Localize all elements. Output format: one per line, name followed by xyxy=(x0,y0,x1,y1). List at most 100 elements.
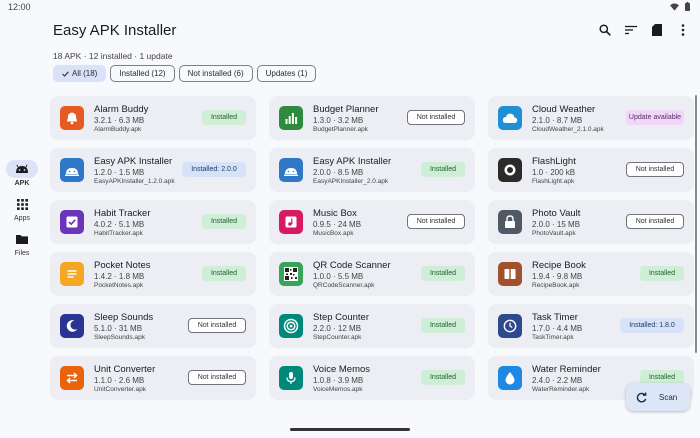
notes-icon xyxy=(60,262,84,286)
more-options-button[interactable] xyxy=(676,22,690,38)
apk-name: Easy APK Installer xyxy=(94,156,173,167)
sd-card-button[interactable] xyxy=(650,22,664,38)
apk-filename: SleepSounds.apk xyxy=(94,334,145,341)
filter-chip-not-installed-label: Not installed (6) xyxy=(187,69,244,78)
battery-icon xyxy=(685,2,690,11)
apk-name: Voice Memos xyxy=(313,364,371,375)
search-button[interactable] xyxy=(598,22,612,38)
status-badge[interactable]: Not installed xyxy=(626,214,684,229)
easy-apk-logo-icon xyxy=(60,158,84,182)
apk-meta: 1.0.0 · 5.5 MB xyxy=(313,272,364,281)
apk-filename: VoiceMemos.apk xyxy=(313,386,363,393)
status-badge[interactable]: Not installed xyxy=(407,110,465,125)
sort-button[interactable] xyxy=(624,22,638,38)
apk-card[interactable]: Recipe Book 1.9.4 · 9.8 MB RecipeBook.ap… xyxy=(488,252,694,296)
nav-item-apk[interactable]: APK xyxy=(0,160,44,187)
water-drop-icon xyxy=(498,366,522,390)
filter-chip-updates[interactable]: Updates (1) xyxy=(256,65,317,82)
summary-text: 18 APK · 12 installed · 1 update xyxy=(53,51,173,61)
apk-name: Pocket Notes xyxy=(94,260,151,271)
apk-filename: AlarmBuddy.apk xyxy=(94,126,142,133)
cloud-icon xyxy=(498,106,522,130)
apk-card[interactable]: Task Timer 1.7.0 · 4.4 MB TaskTimer.apk … xyxy=(488,304,694,348)
filter-chip-installed[interactable]: Installed (12) xyxy=(110,65,175,82)
status-time: 12:00 xyxy=(8,2,31,12)
status-badge: Installed: 2.0.0 xyxy=(182,162,246,177)
status-bar: 12:00 xyxy=(0,0,700,14)
apk-name: Unit Converter xyxy=(94,364,156,375)
apk-filename: TaskTimer.apk xyxy=(532,334,574,341)
apk-name: Cloud Weather xyxy=(532,104,596,115)
apk-card[interactable]: Step Counter 2.2.0 · 12 MB StepCounter.a… xyxy=(269,304,475,348)
nav-label-files: Files xyxy=(14,250,30,257)
apk-card[interactable]: Pocket Notes 1.4.2 · 1.8 MB PocketNotes.… xyxy=(50,252,256,296)
apk-name: FlashLight xyxy=(532,156,576,167)
gesture-bar[interactable] xyxy=(290,428,410,431)
alarm-icon xyxy=(60,106,84,130)
refresh-icon xyxy=(636,391,647,402)
apk-card[interactable]: Easy APK Installer 2.0.0 · 8.5 MB EasyAP… xyxy=(269,148,475,192)
update-available-button[interactable]: Update available xyxy=(626,110,684,125)
apk-name: Task Timer xyxy=(532,312,578,323)
apk-meta: 0.9.5 · 24 MB xyxy=(313,220,362,229)
apk-card[interactable]: Voice Memos 1.0.8 · 3.9 MB VoiceMemos.ap… xyxy=(269,356,475,400)
apk-filename: MusicBox.apk xyxy=(313,230,354,237)
apk-card[interactable]: Music Box 0.9.5 · 24 MB MusicBox.apk Not… xyxy=(269,200,475,244)
apk-card[interactable]: QR Code Scanner 1.0.0 · 5.5 MB QRCodeSca… xyxy=(269,252,475,296)
status-badge[interactable]: Not installed xyxy=(407,214,465,229)
status-badge: Installed xyxy=(640,266,684,281)
apk-meta: 1.0 · 200 kB xyxy=(532,168,576,177)
filter-chip-all[interactable]: All (18) xyxy=(53,65,107,82)
apk-meta: 3.2.1 · 6.3 MB xyxy=(94,116,145,125)
nav-item-apps[interactable]: Apps xyxy=(0,195,44,222)
apk-meta: 2.0.0 · 8.5 MB xyxy=(313,168,364,177)
apk-name: Recipe Book xyxy=(532,260,586,271)
filter-chip-all-label: All (18) xyxy=(72,69,98,78)
apk-card[interactable]: FlashLight 1.0 · 200 kB FlashLight.apk N… xyxy=(488,148,694,192)
apk-filename: WaterReminder.apk xyxy=(532,386,590,393)
apk-card[interactable]: Photo Vault 2.0.0 · 15 MB PhotoVault.apk… xyxy=(488,200,694,244)
apk-name: Budget Planner xyxy=(313,104,379,115)
status-badge[interactable]: Not installed xyxy=(188,318,246,333)
scrollbar[interactable] xyxy=(695,95,697,353)
book-icon xyxy=(498,262,522,286)
apk-meta: 5.1.0 · 31 MB xyxy=(94,324,143,333)
apk-card[interactable]: Unit Converter 1.1.0 · 2.6 MB UnitConver… xyxy=(50,356,256,400)
sd-card-icon xyxy=(652,24,662,36)
filter-chip-not-installed[interactable]: Not installed (6) xyxy=(178,65,253,82)
apk-card[interactable]: Budget Planner 1.3.0 · 3.2 MB BudgetPlan… xyxy=(269,96,475,140)
nav-item-files[interactable]: Files xyxy=(0,230,44,257)
status-badge: Installed: 1.8.0 xyxy=(620,318,684,333)
apk-meta: 1.2.0 · 1.5 MB xyxy=(94,168,145,177)
status-badge: Installed xyxy=(421,266,465,281)
apk-card[interactable]: Sleep Sounds 5.1.0 · 31 MB SleepSounds.a… xyxy=(50,304,256,348)
status-badge[interactable]: Not installed xyxy=(188,370,246,385)
apk-name: Sleep Sounds xyxy=(94,312,154,323)
status-badge[interactable]: Not installed xyxy=(626,162,684,177)
nav-label-apk: APK xyxy=(14,180,30,187)
apk-filename: EasyAPKInstaller_1.2.0.apk xyxy=(94,178,175,185)
more-vertical-icon xyxy=(681,24,685,36)
page-title: Easy APK Installer xyxy=(53,22,177,39)
apk-filename: StepCounter.apk xyxy=(313,334,362,341)
target-icon xyxy=(279,314,303,338)
apk-meta: 4.0.2 · 5.1 MB xyxy=(94,220,145,229)
apk-card[interactable]: Cloud Weather 2.1.0 · 8.7 MB CloudWeathe… xyxy=(488,96,694,140)
scan-button[interactable]: Scan xyxy=(626,383,690,411)
apk-card[interactable]: Alarm Buddy 3.2.1 · 6.3 MB AlarmBuddy.ap… xyxy=(50,96,256,140)
top-actions xyxy=(598,22,690,38)
apk-name: Step Counter xyxy=(313,312,369,323)
apk-card[interactable]: Easy APK Installer 1.2.0 · 1.5 MB EasyAP… xyxy=(50,148,256,192)
apk-filename: PhotoVault.apk xyxy=(532,230,576,237)
bar-chart-icon xyxy=(279,106,303,130)
apk-filename: EasyAPKInstaller_2.0.apk xyxy=(313,178,389,185)
apk-filename: BudgetPlanner.apk xyxy=(313,126,368,133)
status-badge: Installed xyxy=(202,110,246,125)
status-badge: Installed xyxy=(202,266,246,281)
apk-meta: 1.3.0 · 3.2 MB xyxy=(313,116,364,125)
filter-chip-installed-label: Installed (12) xyxy=(119,69,166,78)
status-badge: Installed xyxy=(421,162,465,177)
search-icon xyxy=(599,24,611,36)
apk-card[interactable]: Habit Tracker 4.0.2 · 5.1 MB HabitTracke… xyxy=(50,200,256,244)
apk-meta: 1.9.4 · 9.8 MB xyxy=(532,272,583,281)
